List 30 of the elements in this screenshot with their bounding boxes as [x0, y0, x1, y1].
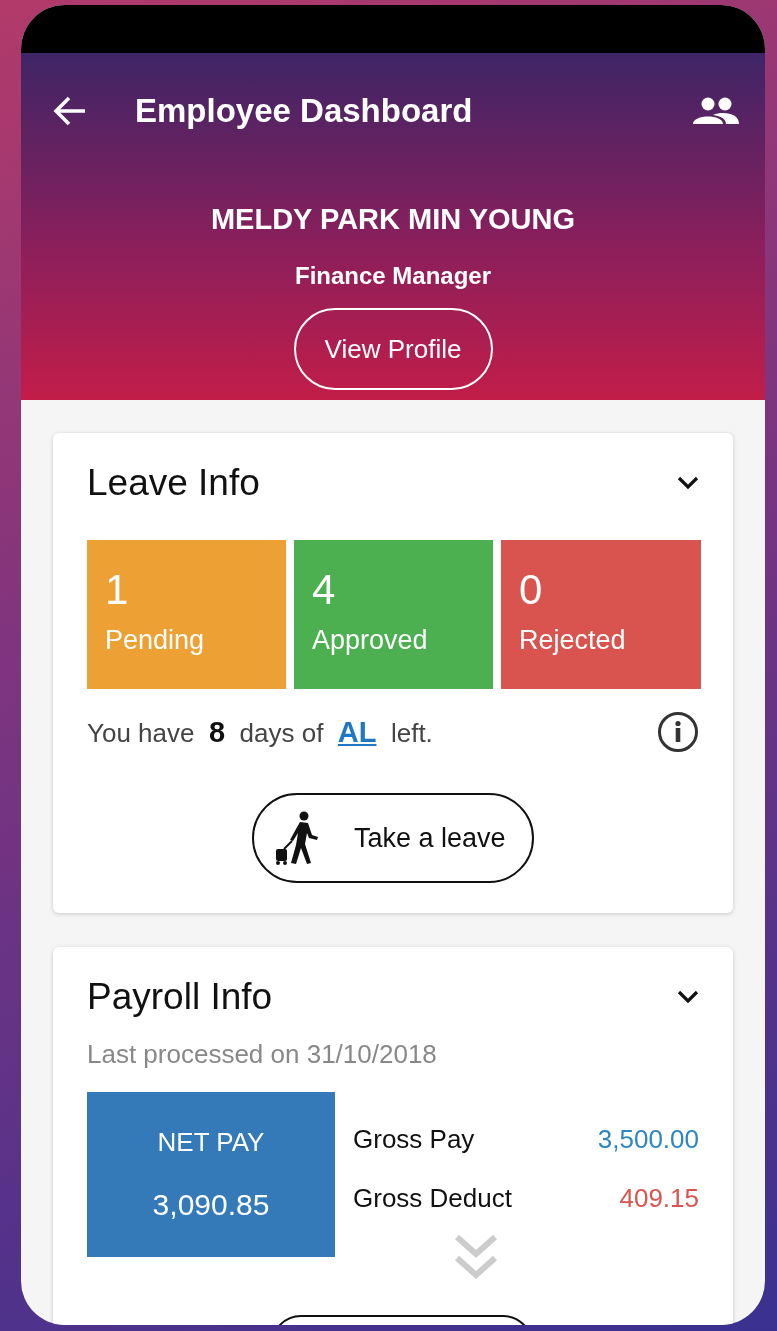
status-label: Rejected [519, 625, 627, 656]
status-label: Approved [312, 625, 429, 656]
status-count: 4 [312, 565, 337, 615]
info-icon[interactable] [657, 711, 699, 753]
net-pay-amount: 3,090.85 [152, 1188, 270, 1222]
status-count: 1 [105, 565, 130, 615]
chevron-down-icon[interactable] [677, 476, 699, 490]
chevron-down-icon[interactable] [677, 990, 699, 1004]
screen-title: Employee Dashboard [135, 92, 474, 130]
status-tile[interactable]: 0 Rejected [501, 540, 701, 689]
pay-value: 3,500.00 [597, 1124, 699, 1155]
job-title: Finance Manager [294, 262, 492, 290]
status-label: Pending [105, 625, 206, 656]
traveler-icon [274, 811, 320, 865]
back-arrow-icon[interactable] [53, 95, 87, 127]
people-icon[interactable] [693, 97, 739, 125]
take-leave-button[interactable]: Take a leave [252, 793, 534, 883]
card-title: Leave Info [87, 462, 260, 504]
pay-label: Gross Pay [353, 1124, 475, 1155]
status-count: 0 [519, 565, 544, 615]
status-tile[interactable]: 4 Approved [294, 540, 493, 689]
leave-balance-text: You have 8 days of AL left. [87, 715, 433, 749]
leave-type-link[interactable]: AL [337, 715, 377, 748]
last-processed-text: Last processed on 31/10/2018 [87, 1039, 438, 1070]
view-profile-button[interactable]: View Profile [293, 308, 493, 390]
net-pay-label: NET PAY [157, 1127, 265, 1158]
pay-label: Gross Deduct [353, 1183, 512, 1214]
card-title: Payroll Info [87, 976, 273, 1018]
pay-value: 409.15 [619, 1183, 699, 1214]
employee-name: MELDY PARK MIN YOUNG [210, 203, 576, 236]
